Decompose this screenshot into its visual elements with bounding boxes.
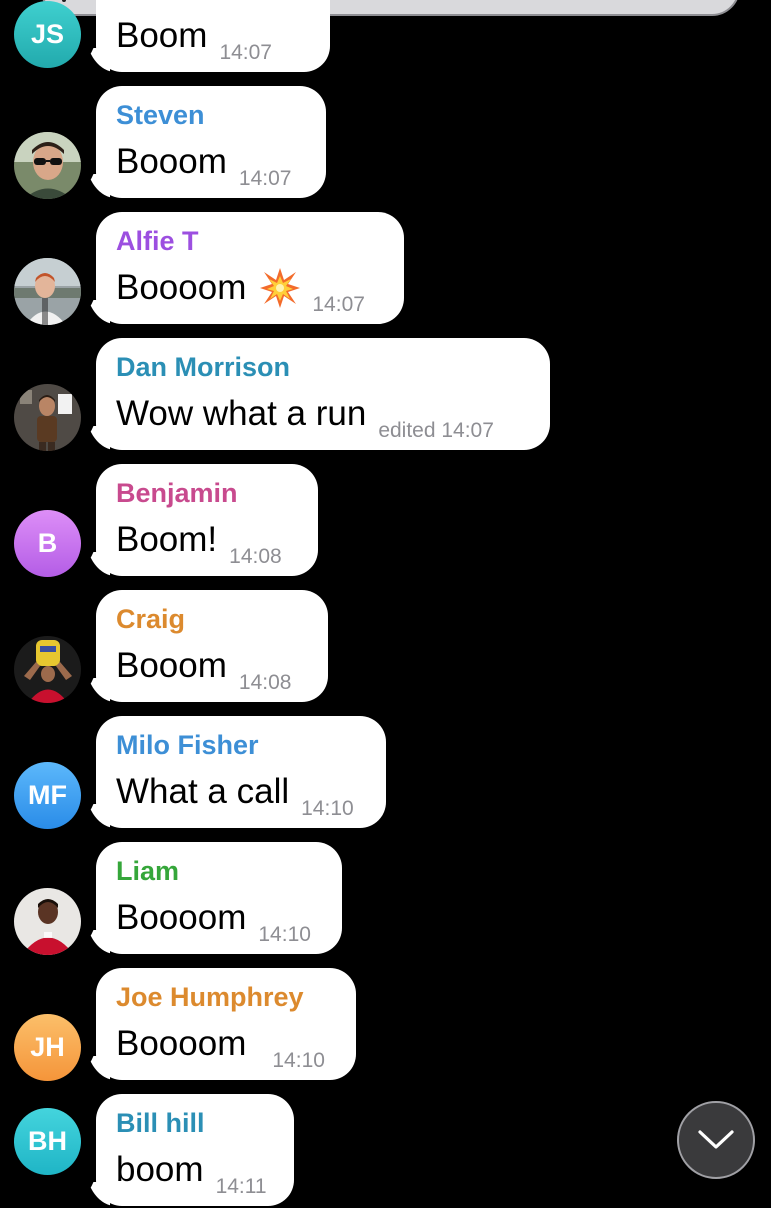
- message-text: Boom!: [116, 520, 218, 559]
- avatar[interactable]: MF: [14, 762, 81, 829]
- message-content: Boooom 14:07: [116, 266, 382, 316]
- bubble-tail: [86, 804, 110, 828]
- sender-name[interactable]: Milo Fisher: [116, 728, 364, 762]
- message-content: boom 14:11: [116, 1148, 272, 1198]
- steven-photo: [14, 132, 81, 199]
- message-item[interactable]: Craig Booom 14:08: [0, 590, 771, 704]
- bubble-tail: [86, 48, 110, 72]
- avatar-initials: BH: [28, 1126, 67, 1156]
- sender-name[interactable]: Liam: [116, 854, 320, 888]
- avatar-initials: JS: [30, 19, 65, 49]
- message-time: edited 14:07: [378, 419, 494, 442]
- avatar[interactable]: [14, 384, 81, 451]
- avatar[interactable]: [14, 636, 81, 703]
- message-time: 14:10: [301, 797, 354, 820]
- message-text: What a call: [116, 772, 290, 811]
- message-item[interactable]: Steven Booom 14:07: [0, 86, 771, 200]
- message-time: 14:11: [215, 1175, 267, 1198]
- message-bubble[interactable]: Craig Booom 14:08: [86, 590, 328, 702]
- sender-name[interactable]: Bill hill: [116, 1106, 272, 1140]
- message-bubble[interactable]: Benjamin Boom! 14:08: [86, 464, 318, 576]
- liam-photo: [14, 888, 81, 955]
- message-content: Boooom 14:10: [116, 896, 320, 946]
- message-text: Boooom: [116, 898, 247, 937]
- message-time: 14:07: [219, 41, 272, 64]
- bubble-tail: [86, 426, 110, 450]
- avatar[interactable]: B: [14, 510, 81, 577]
- bubble-tail: [86, 552, 110, 576]
- message-content: Boom! 14:08: [116, 518, 296, 568]
- bubble-tail: [86, 678, 110, 702]
- sender-name[interactable]: Steven: [116, 98, 304, 132]
- message-content: Boom 14:07: [116, 14, 308, 64]
- sender-name[interactable]: Alfie T: [116, 224, 382, 258]
- message-item[interactable]: JS Boom 14:07: [0, 0, 771, 74]
- avatar[interactable]: JS: [14, 1, 81, 68]
- message-time: 14:08: [229, 545, 282, 568]
- message-bubble[interactable]: Dan Morrison Wow what a run edited 14:07: [86, 338, 550, 450]
- avatar[interactable]: [14, 888, 81, 955]
- avatar-initials: B: [37, 528, 58, 558]
- bubble-tail: [86, 930, 110, 954]
- message-content: What a call 14:10: [116, 770, 364, 820]
- alfie-photo: [14, 258, 81, 325]
- message-text: Booom: [116, 142, 227, 181]
- message-time: 14:07: [238, 167, 292, 190]
- avatar[interactable]: [14, 132, 81, 199]
- message-text: Booom: [116, 646, 227, 685]
- message-item[interactable]: Dan Morrison Wow what a run edited 14:07: [0, 338, 771, 452]
- sender-name[interactable]: Benjamin: [116, 476, 296, 510]
- message-item[interactable]: MF Milo Fisher What a call 14:10: [0, 716, 771, 830]
- sender-name[interactable]: Craig: [116, 602, 306, 636]
- message-bubble[interactable]: Liam Boooom 14:10: [86, 842, 342, 954]
- bubble-tail: [86, 174, 110, 198]
- collision-icon: [260, 268, 301, 308]
- message-bubble[interactable]: Bill hill boom 14:11: [86, 1094, 294, 1206]
- message-content: Booom 14:08: [116, 644, 306, 694]
- avatar-initials: JH: [30, 1032, 65, 1062]
- message-bubble[interactable]: Boom 14:07: [86, 0, 330, 72]
- avatar[interactable]: BH: [14, 1108, 81, 1175]
- scroll-to-bottom-button[interactable]: [677, 1101, 755, 1179]
- message-bubble[interactable]: Steven Booom 14:07: [86, 86, 326, 198]
- message-bubble[interactable]: Milo Fisher What a call 14:10: [86, 716, 386, 828]
- sender-name[interactable]: Dan Morrison: [116, 350, 528, 384]
- message-item[interactable]: BH Bill hill boom 14:11: [0, 1094, 771, 1208]
- craig-photo: [14, 636, 81, 703]
- avatar[interactable]: JH: [14, 1014, 81, 1081]
- message-item[interactable]: B Benjamin Boom! 14:08: [0, 464, 771, 578]
- message-text: Wow what a run: [116, 394, 367, 433]
- avatar[interactable]: [14, 258, 81, 325]
- message-list[interactable]: JS Boom 14:07 Steven Booom 14:07 Alfie T…: [0, 0, 771, 1206]
- message-time: 14:10: [272, 1049, 325, 1072]
- bubble-tail: [86, 1182, 110, 1206]
- message-time: 14:07: [312, 293, 365, 316]
- message-bubble[interactable]: Alfie T Boooom 14:07: [86, 212, 404, 324]
- message-bubble[interactable]: Joe Humphrey Boooom 14:10: [86, 968, 356, 1080]
- message-item[interactable]: JH Joe Humphrey Boooom 14:10: [0, 968, 771, 1082]
- message-time: 14:08: [238, 671, 292, 694]
- message-text: Boooom: [116, 1024, 247, 1063]
- avatar-initials: MF: [28, 780, 67, 810]
- message-item[interactable]: Liam Boooom 14:10: [0, 842, 771, 956]
- message-content: Wow what a run edited 14:07: [116, 392, 528, 442]
- bubble-tail: [86, 300, 110, 324]
- message-item[interactable]: Alfie T Boooom 14:07: [0, 212, 771, 326]
- bubble-tail: [86, 1056, 110, 1080]
- sender-name[interactable]: Joe Humphrey: [116, 980, 334, 1014]
- chevron-down-icon: [698, 1130, 734, 1149]
- message-text: boom: [116, 1150, 204, 1189]
- sender-name[interactable]: [116, 0, 308, 6]
- message-text: Boooom: [116, 268, 247, 307]
- dan-photo: [14, 384, 81, 451]
- message-content: Boooom 14:10: [116, 1022, 334, 1072]
- message-time: 14:10: [258, 923, 311, 946]
- message-content: Booom 14:07: [116, 140, 304, 190]
- message-text: Boom: [116, 16, 208, 55]
